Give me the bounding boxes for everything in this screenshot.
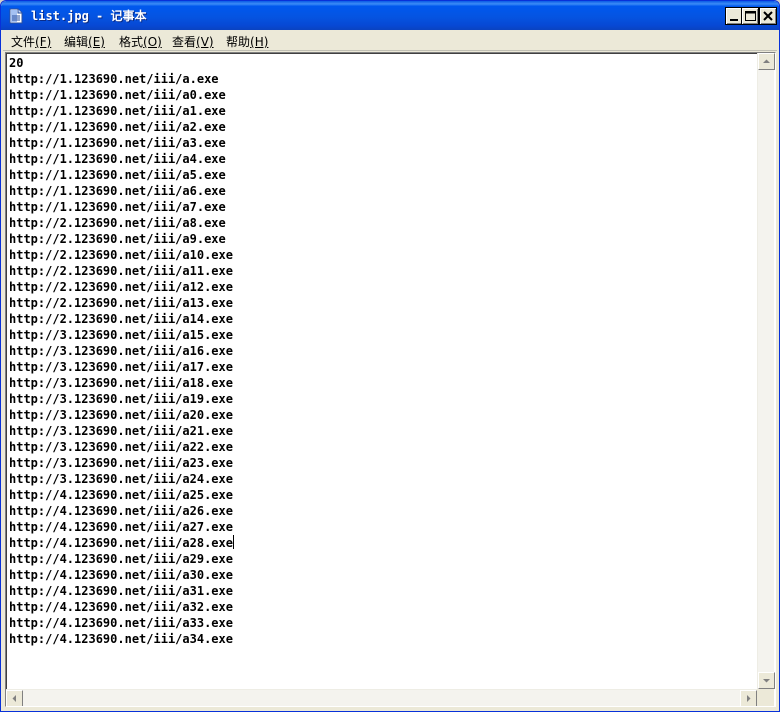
text-line[interactable]: http://4.123690.net/iii/a33.exe [9,615,753,631]
menu-format-label: 格式 [119,35,144,49]
text-line[interactable]: http://4.123690.net/iii/a27.exe [9,519,753,535]
window-title: list.jpg - 记事本 [31,9,147,23]
text-line[interactable]: http://3.123690.net/iii/a16.exe [9,343,753,359]
text-line[interactable]: http://4.123690.net/iii/a26.exe [9,503,753,519]
menu-help-label: 帮助 [226,35,251,49]
menu-bar: 文件(F) 编辑(E) 格式(O) 查看(V) 帮助(H) [3,30,777,51]
arrow-up-icon [763,59,770,63]
text-line[interactable]: http://2.123690.net/iii/a13.exe [9,295,753,311]
menu-file[interactable]: 文件(F) [11,33,51,50]
close-icon [763,11,773,21]
text-line[interactable]: http://3.123690.net/iii/a20.exe [9,407,753,423]
menu-edit-label: 编辑 [64,35,89,49]
maximize-button[interactable] [741,7,759,25]
text-line[interactable]: http://3.123690.net/iii/a19.exe [9,391,753,407]
vertical-scrollbar[interactable] [757,53,775,689]
title-bar[interactable]: list.jpg - 记事本 [1,1,779,30]
text-line[interactable]: http://3.123690.net/iii/a15.exe [9,327,753,343]
text-line[interactable]: http://3.123690.net/iii/a23.exe [9,455,753,471]
text-line[interactable]: http://2.123690.net/iii/a10.exe [9,247,753,263]
menu-edit[interactable]: 编辑(E) [64,33,105,50]
text-caret [232,535,234,549]
text-line[interactable]: http://1.123690.net/iii/a7.exe [9,199,753,215]
notepad-icon[interactable] [9,8,23,24]
text-line[interactable]: http://1.123690.net/iii/a4.exe [9,151,753,167]
menu-view[interactable]: 查看(V) [172,33,214,50]
text-line[interactable]: http://1.123690.net/iii/a5.exe [9,167,753,183]
menu-file-mnemonic: (F) [35,35,52,49]
scroll-up-button[interactable] [758,53,775,70]
text-line[interactable]: http://4.123690.net/iii/a32.exe [9,599,753,615]
document-text[interactable]: 20 http://1.123690.net/iii/a.exe http://1.… [9,55,753,689]
text-line[interactable]: http://4.123690.net/iii/a29.exe [9,551,753,567]
text-line[interactable]: http://1.123690.net/iii/a1.exe [9,103,753,119]
text-line[interactable]: http://2.123690.net/iii/a12.exe [9,279,753,295]
arrow-right-icon [747,695,751,702]
menu-view-mnemonic: (V) [196,35,214,49]
menu-edit-mnemonic: (E) [88,35,105,49]
text-line[interactable]: http://2.123690.net/iii/a9.exe [9,231,753,247]
text-line[interactable]: http://2.123690.net/iii/a11.exe [9,263,753,279]
text-line[interactable]: http://4.123690.net/iii/a25.exe [9,487,753,503]
menu-help-mnemonic: (H) [250,35,269,49]
text-line[interactable]: http://4.123690.net/iii/a31.exe [9,583,753,599]
text-line[interactable]: http://1.123690.net/iii/a2.exe [9,119,753,135]
text-editor[interactable]: 20 http://1.123690.net/iii/a.exe http://1.… [5,52,776,707]
text-line[interactable]: http://4.123690.net/iii/a30.exe [9,567,753,583]
menu-format[interactable]: 格式(O) [119,33,162,50]
text-line[interactable]: http://2.123690.net/iii/a14.exe [9,311,753,327]
text-line[interactable]: http://3.123690.net/iii/a18.exe [9,375,753,391]
menu-file-label: 文件 [11,35,36,49]
horizontal-scrollbar[interactable] [6,689,757,706]
text-line[interactable]: http://1.123690.net/iii/a0.exe [9,87,753,103]
text-line[interactable]: http://1.123690.net/iii/a6.exe [9,183,753,199]
arrow-left-icon [12,695,16,702]
text-line[interactable]: http://4.123690.net/iii/a28.exe [9,535,753,551]
text-line[interactable]: http://1.123690.net/iii/a.exe [9,71,753,87]
text-line[interactable]: http://4.123690.net/iii/a34.exe [9,631,753,647]
arrow-down-icon [763,679,770,683]
scroll-down-button[interactable] [758,672,775,689]
text-line[interactable]: http://1.123690.net/iii/a3.exe [9,135,753,151]
menu-format-mnemonic: (O) [143,35,162,49]
close-button[interactable] [759,7,777,25]
menu-help[interactable]: 帮助(H) [226,33,268,50]
scroll-right-button[interactable] [740,690,757,706]
text-line[interactable]: http://3.123690.net/iii/a21.exe [9,423,753,439]
text-line[interactable]: http://3.123690.net/iii/a22.exe [9,439,753,455]
text-line[interactable]: 20 [9,55,753,71]
maximize-icon [745,11,756,21]
text-line[interactable]: http://3.123690.net/iii/a17.exe [9,359,753,375]
text-line[interactable]: http://2.123690.net/iii/a8.exe [9,215,753,231]
size-grip[interactable] [757,689,774,706]
text-line[interactable]: http://3.123690.net/iii/a24.exe [9,471,753,487]
notepad-window: list.jpg - 记事本 文件(F) 编辑(E) 格式(O) 查看(V) 帮… [0,0,780,712]
menu-view-label: 查看 [172,35,197,49]
scroll-left-button[interactable] [6,690,23,706]
